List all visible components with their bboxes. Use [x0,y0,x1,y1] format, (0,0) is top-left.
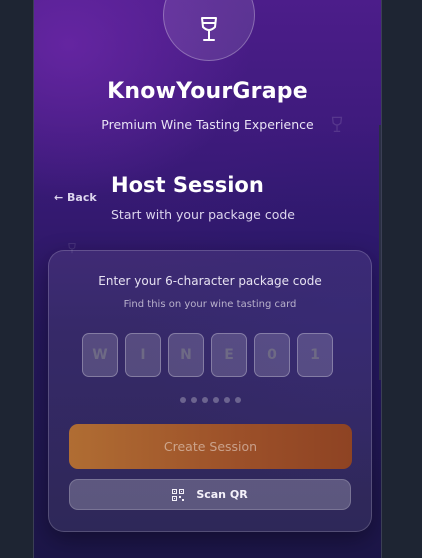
create-session-label: Create Session [163,439,258,454]
page-title: Host Session [111,173,264,197]
code-progress-dots [49,397,371,403]
code-char-input[interactable]: W [82,333,118,377]
app-title: KnowYourGrape [107,79,308,104]
qr-code-icon [172,488,185,501]
wine-glass-icon [201,17,217,41]
package-code-card: Enter your 6-character package code Find… [48,250,372,532]
code-char-input[interactable]: 1 [297,333,333,377]
app-screen: KnowYourGrape Premium Wine Tasting Exper… [33,0,382,558]
code-char-input[interactable]: I [125,333,161,377]
scan-qr-label: Scan QR [196,488,248,501]
progress-dot [190,397,197,403]
code-char-input[interactable]: 0 [254,333,290,377]
code-hint: Find this on your wine tasting card [123,299,297,310]
back-button[interactable]: ← Back [54,191,97,204]
progress-dot [212,397,219,403]
progress-dot [179,397,186,403]
create-session-button[interactable]: Create Session [69,424,352,469]
app-subtitle: Premium Wine Tasting Experience [101,117,314,132]
code-char-input[interactable]: N [168,333,204,377]
progress-dot [201,397,208,403]
progress-dot [223,397,230,403]
progress-dot [234,397,241,403]
code-char-input[interactable]: E [211,333,247,377]
decorative-wine-glass-icon [331,116,343,132]
scan-qr-button[interactable]: Scan QR [69,479,351,510]
logo-badge [163,0,255,61]
code-input-row: W I N E 0 1 [82,333,333,377]
code-prompt: Enter your 6-character package code [98,274,322,288]
page-subtitle: Start with your package code [111,207,295,222]
scrollbar[interactable] [379,125,381,380]
